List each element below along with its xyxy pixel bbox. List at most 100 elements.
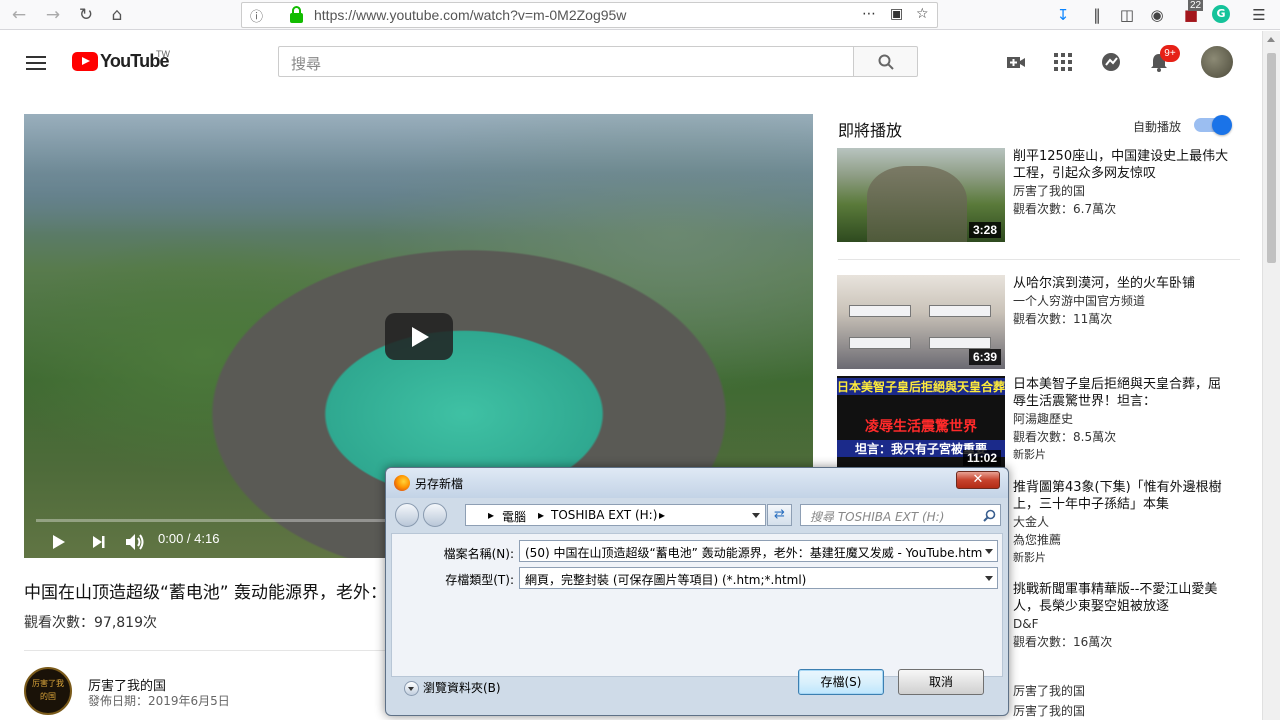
thumbnail-text: 凌辱生活震驚世界 — [865, 419, 977, 435]
path-arrow-icon: ▸ — [488, 508, 495, 522]
more-icon[interactable]: ⋯ — [862, 6, 876, 22]
url-bar[interactable]: ⓘ https://www.youtube.com/watch?v=m-0M2Z… — [241, 2, 938, 28]
large-play-button[interactable] — [385, 313, 453, 360]
recommendation-views: 觀看次數：8.5萬次 — [1013, 430, 1117, 444]
toggle-knob[interactable] — [1212, 115, 1232, 135]
menu-icon[interactable]: ☰ — [1248, 4, 1270, 26]
recommendation-channel[interactable]: 厉害了我的国 — [1013, 682, 1233, 700]
channel-avatar-text: 厉害了我的国 — [32, 679, 64, 701]
filename-input[interactable]: (50) 中国在山顶造超级“蓄电池” 轰动能源界，老外：基建狂魔又发威 - Yo… — [519, 540, 998, 562]
recommendation-item[interactable]: 3:28 削平1250座山，中国建设史上最伟大工程，引起众多网友惊叹 厉害了我的… — [837, 148, 1247, 248]
play-icon[interactable] — [50, 530, 68, 554]
recommendation-item[interactable]: 日本美智子皇后拒絕與天皇合葬 凌辱生活震驚世界 坦言：我只有子宮被重要 11:0… — [837, 376, 1247, 476]
sidebar-icon[interactable]: ◫ — [1116, 4, 1138, 26]
autoplay-label: 自動播放 — [1133, 120, 1182, 134]
scrollbar-thumb[interactable] — [1267, 53, 1276, 263]
recommendation-views: 為您推薦 — [1013, 533, 1062, 547]
path-arrow-icon: ▸ — [538, 508, 545, 522]
recommendation-channel[interactable]: 厉害了我的国 — [1013, 182, 1233, 200]
info-icon[interactable]: ⓘ — [250, 6, 263, 25]
messages-icon[interactable] — [1100, 51, 1122, 73]
logo-region: TW — [156, 49, 170, 59]
recommendation-title[interactable]: 挑戰新聞軍事精華版--不愛江山愛美人，長榮少東娶空姐被放逐 — [1013, 581, 1233, 615]
path-segment[interactable]: TOSHIBA EXT (H:) — [551, 508, 657, 522]
recommendation-title[interactable]: 削平1250座山，中国建设史上最伟大工程，引起众多网友惊叹 — [1013, 148, 1233, 182]
back-arrow-icon[interactable] — [395, 503, 419, 527]
guide-menu-icon[interactable] — [26, 56, 46, 70]
recommendation-channel[interactable]: D&F — [1013, 615, 1233, 633]
volume-icon[interactable] — [124, 530, 146, 554]
time-display: 0:00 / 4:16 — [158, 531, 220, 546]
dialog-title: 另存新檔 — [415, 477, 464, 491]
video-thumbnail[interactable]: 3:28 — [837, 148, 1005, 242]
path-segment[interactable]: 電腦 — [502, 508, 526, 525]
cancel-button[interactable]: 取消 — [898, 669, 984, 695]
create-video-icon[interactable] — [1005, 51, 1027, 73]
refresh-icon[interactable]: ⇄ — [767, 504, 792, 526]
browse-folders-toggle[interactable]: 瀏覽資料夾(B) — [404, 679, 501, 696]
new-badge: 新影片 — [1013, 448, 1046, 461]
recommendation-channel[interactable]: 厉害了我的国 — [1013, 702, 1233, 720]
grammarly-icon[interactable]: G — [1212, 5, 1230, 23]
account-icon[interactable]: ◉ — [1146, 4, 1168, 26]
dialog-titlebar[interactable]: 另存新檔 ✕ — [386, 468, 1008, 498]
new-badge: 新影片 — [1013, 551, 1046, 564]
duration-badge: 6:39 — [968, 349, 1001, 365]
upnext-divider — [838, 259, 1240, 260]
search-input[interactable]: 搜尋 — [278, 46, 854, 77]
recommendation-item[interactable]: 6:39 从哈尔滨到漠河，坐的火车卧铺 一个人穷游中国官方频道 觀看次數：11萬… — [837, 275, 1247, 375]
dialog-nav — [395, 503, 451, 527]
apps-grid-icon[interactable] — [1052, 51, 1074, 73]
url-text[interactable]: https://www.youtube.com/watch?v=m-0M2Zog… — [314, 7, 626, 23]
forward-icon[interactable]: → — [42, 4, 64, 26]
browser-toolbar: ← → ↻ ⌂ ⓘ https://www.youtube.com/watch?… — [0, 0, 1280, 30]
recommendation-channel[interactable]: 阿湯趣歷史 — [1013, 410, 1233, 428]
close-icon[interactable]: ✕ — [956, 471, 1000, 489]
scroll-up-icon[interactable] — [1267, 37, 1275, 42]
dialog-body: 檔案名稱(N): (50) 中国在山顶造超级“蓄电池” 轰动能源界，老外：基建狂… — [391, 533, 1003, 677]
notification-badge: 9+ — [1160, 45, 1180, 62]
search-button[interactable] — [853, 46, 918, 77]
lock-icon[interactable] — [290, 6, 303, 23]
recommendation-channel[interactable]: 一个人穷游中国官方频道 — [1013, 292, 1233, 310]
recommendation-title[interactable]: 从哈尔滨到漠河，坐的火车卧铺 — [1013, 275, 1233, 292]
path-arrow-icon: ▸ — [659, 508, 666, 522]
filename-label: 檔案名稱(N): — [443, 547, 514, 561]
search-icon — [983, 509, 996, 522]
chevron-down-icon[interactable] — [985, 576, 993, 581]
folder-path-bar[interactable]: ▸ 電腦 ▸ TOSHIBA EXT (H:) ▸ — [465, 504, 766, 526]
channel-avatar[interactable]: 厉害了我的国 — [24, 667, 72, 715]
youtube-header: YouTube TW 搜尋 9+ — [0, 31, 1262, 93]
video-thumbnail[interactable]: 日本美智子皇后拒絕與天皇合葬 凌辱生活震驚世界 坦言：我只有子宮被重要 11:0… — [837, 376, 1005, 470]
video-thumbnail[interactable]: 6:39 — [837, 275, 1005, 369]
search-placeholder: 搜尋 — [291, 55, 322, 73]
recommendation-views: 觀看次數：11萬次 — [1013, 312, 1113, 326]
autoplay-toggle[interactable] — [1194, 115, 1232, 135]
save-button[interactable]: 存檔(S) — [798, 669, 884, 695]
search-icon — [878, 54, 894, 70]
next-icon[interactable] — [90, 530, 108, 554]
recommendation-channel[interactable]: 大金人 — [1013, 513, 1233, 531]
forward-arrow-icon[interactable] — [423, 503, 447, 527]
duration-badge: 3:28 — [968, 222, 1001, 238]
page-scrollbar[interactable] — [1262, 31, 1280, 720]
recommendation-title[interactable]: 推背圖第43象(下集)「惟有外邊根樹上，三十年中子孫結」本集 — [1013, 479, 1233, 513]
home-icon[interactable]: ⌂ — [106, 4, 128, 26]
tab-count-badge: 22 — [1188, 0, 1204, 11]
publish-date: 發佈日期：2019年6月5日 — [88, 694, 230, 708]
youtube-play-icon — [72, 52, 98, 71]
filetype-select[interactable]: 網頁，完整封裝 (可保存圖片等項目) (*.htm;*.html) — [519, 567, 998, 589]
reload-icon[interactable]: ↻ — [75, 4, 97, 26]
chevron-down-icon[interactable] — [752, 513, 760, 518]
filename-value: (50) 中国在山顶造超级“蓄电池” 轰动能源界，老外：基建狂魔又发威 - Yo… — [525, 546, 983, 560]
bookmark-star-icon[interactable]: ☆ — [916, 6, 929, 22]
download-icon[interactable]: ↧ — [1052, 4, 1074, 26]
library-icon[interactable]: ‖ — [1086, 4, 1108, 26]
user-avatar[interactable] — [1201, 46, 1233, 78]
back-icon[interactable]: ← — [8, 4, 30, 26]
recommendation-title[interactable]: 日本美智子皇后拒絕與天皇合葬，屈辱生活震驚世界！坦言： — [1013, 376, 1233, 410]
chevron-down-icon[interactable] — [985, 549, 993, 554]
folder-search-input[interactable]: 搜尋 TOSHIBA EXT (H:) — [800, 504, 1001, 526]
pocket-icon[interactable]: ▣ — [890, 6, 903, 22]
video-views: 觀看次數：97,819次 — [24, 615, 157, 631]
